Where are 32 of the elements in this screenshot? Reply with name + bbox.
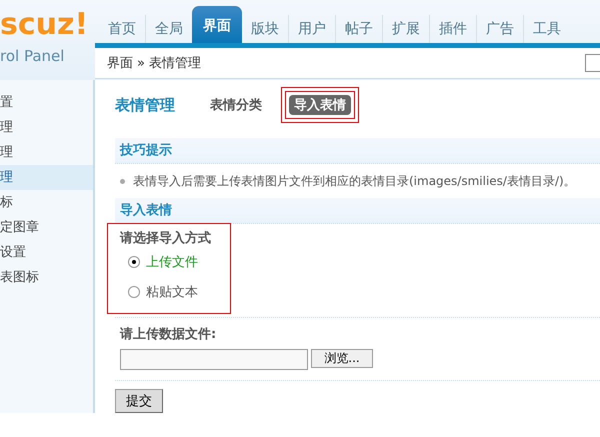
logo-text: scuz! bbox=[0, 8, 88, 42]
section-title: 技巧提示 bbox=[120, 143, 172, 158]
section-title: 导入表情 bbox=[120, 203, 172, 218]
toggle-box[interactable] bbox=[585, 54, 600, 72]
browse-button[interactable]: 浏览... bbox=[311, 349, 373, 368]
nav-tab[interactable]: 界面 bbox=[192, 6, 242, 43]
breadcrumb-item[interactable]: 界面 bbox=[107, 54, 133, 72]
breadcrumb-separator: » bbox=[137, 56, 145, 70]
sidebar-item[interactable]: 表图标 bbox=[0, 265, 93, 290]
radio-button[interactable] bbox=[128, 286, 140, 298]
file-path-field[interactable] bbox=[120, 349, 308, 370]
nav-tab[interactable]: 版块 bbox=[242, 15, 288, 43]
sidebar-item[interactable]: 标 bbox=[0, 190, 93, 215]
sidebar-item[interactable]: 设置 bbox=[0, 240, 93, 265]
submit-button[interactable]: 提交 bbox=[115, 389, 163, 413]
page-title: 表情管理 bbox=[115, 96, 175, 114]
tip-text: 表情导入后需要上传表情图片文件到相应的表情目录(images/smilies/表情目录/)。 bbox=[133, 172, 576, 190]
sidebar-item[interactable]: 理 bbox=[0, 140, 93, 165]
logo-subtitle: rol Panel bbox=[0, 47, 64, 65]
nav-tab[interactable]: 首页 bbox=[99, 15, 145, 43]
sidebar-item[interactable]: 置 bbox=[0, 90, 93, 115]
sidebar-item[interactable]: 定图章 bbox=[0, 215, 93, 240]
field-label: 请上传数据文件: bbox=[120, 326, 216, 343]
sidebar-item[interactable]: 理 bbox=[0, 165, 93, 190]
radio-label[interactable]: 上传文件 bbox=[146, 253, 198, 271]
breadcrumb-item: 表情管理 bbox=[148, 55, 201, 72]
sidebar-item[interactable]: 理 bbox=[0, 115, 93, 140]
radio-label[interactable]: 粘贴文本 bbox=[146, 283, 198, 301]
bullet-icon bbox=[120, 178, 125, 184]
page-tab[interactable]: 表情分类 bbox=[201, 91, 271, 119]
radio-button[interactable] bbox=[128, 256, 140, 268]
field-label: 请选择导入方式 bbox=[120, 230, 211, 247]
